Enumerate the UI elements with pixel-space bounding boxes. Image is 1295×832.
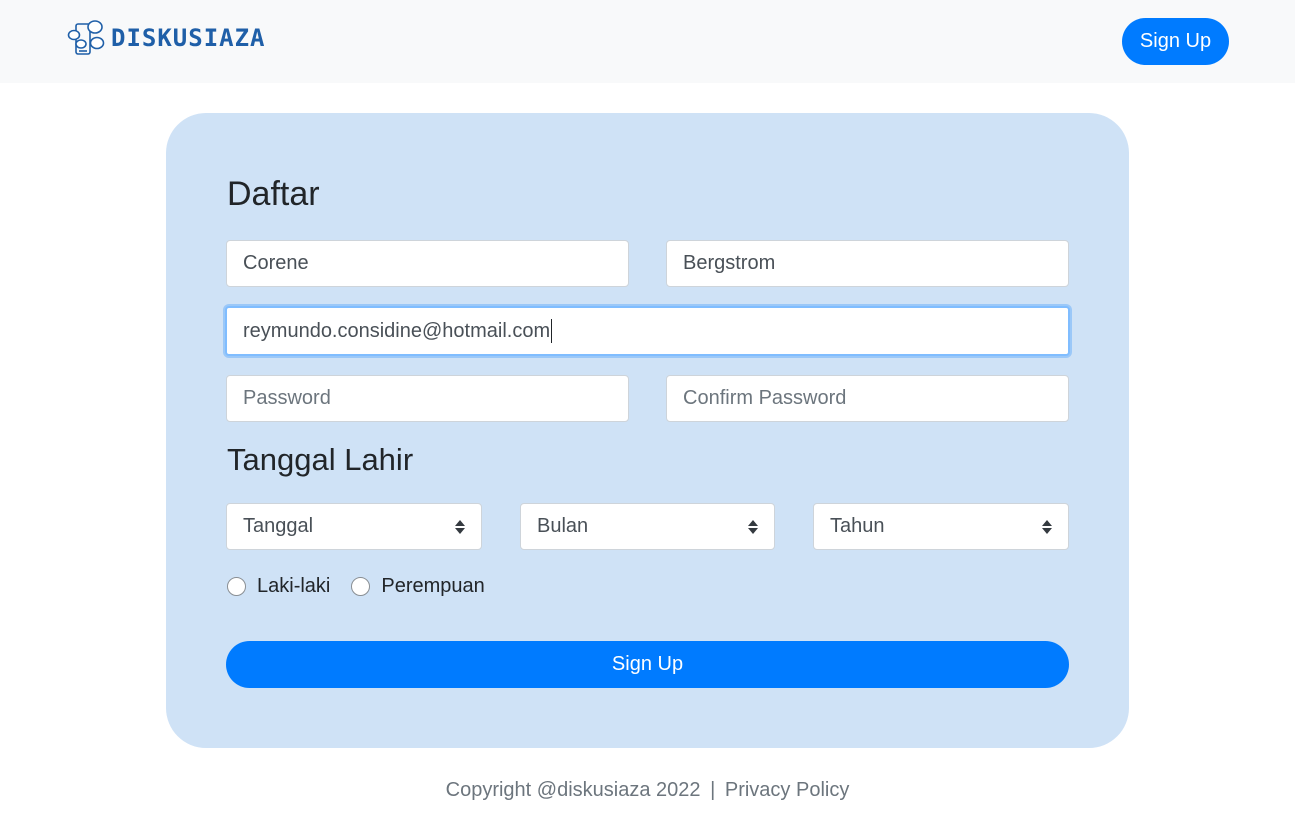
submit-sign-up-button[interactable]: Sign Up — [226, 641, 1069, 688]
day-select[interactable]: Tanggal — [226, 503, 482, 550]
year-select[interactable]: Tahun — [813, 503, 1069, 550]
sort-arrows-icon — [455, 519, 465, 534]
form-title: Daftar — [227, 175, 320, 213]
gender-female-label[interactable]: Perempuan — [381, 575, 484, 598]
password-placeholder: Password — [243, 387, 331, 409]
gender-female-radio[interactable] — [351, 576, 371, 596]
password-input[interactable]: Password — [226, 375, 629, 422]
chat-bubbles-logo-icon — [67, 18, 107, 58]
month-select[interactable]: Bulan — [520, 503, 775, 550]
gender-radio-group: Laki-laki Perempuan — [227, 574, 506, 598]
year-select-value: Tahun — [830, 515, 885, 537]
footer-separator: | — [710, 779, 716, 801]
month-select-value: Bulan — [537, 515, 589, 537]
sort-arrows-icon — [748, 519, 758, 534]
navbar: DISKUSIAZA Sign Up — [0, 0, 1295, 83]
email-input[interactable]: reymundo.considine@hotmail.com — [225, 306, 1070, 356]
copyright-text: Copyright @diskusiaza 2022 — [445, 779, 701, 801]
brand-name: DISKUSIAZA — [111, 24, 266, 52]
confirm-password-input[interactable]: Confirm Password — [666, 375, 1069, 422]
nav-sign-up-button[interactable]: Sign Up — [1122, 18, 1229, 65]
gender-male-label[interactable]: Laki-laki — [257, 575, 330, 598]
last-name-input[interactable]: Bergstrom — [666, 240, 1069, 287]
privacy-policy-link[interactable]: Privacy Policy — [725, 779, 849, 801]
text-caret — [551, 319, 553, 343]
footer: Copyright @diskusiaza 2022 | Privacy Pol… — [0, 779, 1295, 802]
gender-male-radio[interactable] — [227, 576, 246, 596]
last-name-value: Bergstrom — [683, 252, 776, 274]
birthdate-title: Tanggal Lahir — [227, 442, 414, 477]
confirm-password-placeholder: Confirm Password — [683, 387, 847, 409]
signup-card: Daftar Corene Bergstrom reymundo.considi… — [166, 113, 1129, 748]
first-name-input[interactable]: Corene — [226, 240, 629, 287]
first-name-value: Corene — [243, 252, 309, 274]
day-select-value: Tanggal — [243, 515, 314, 537]
brand-logo[interactable]: DISKUSIAZA — [67, 18, 266, 58]
sort-arrows-icon — [1042, 519, 1052, 534]
email-value: reymundo.considine@hotmail.com — [243, 319, 551, 342]
